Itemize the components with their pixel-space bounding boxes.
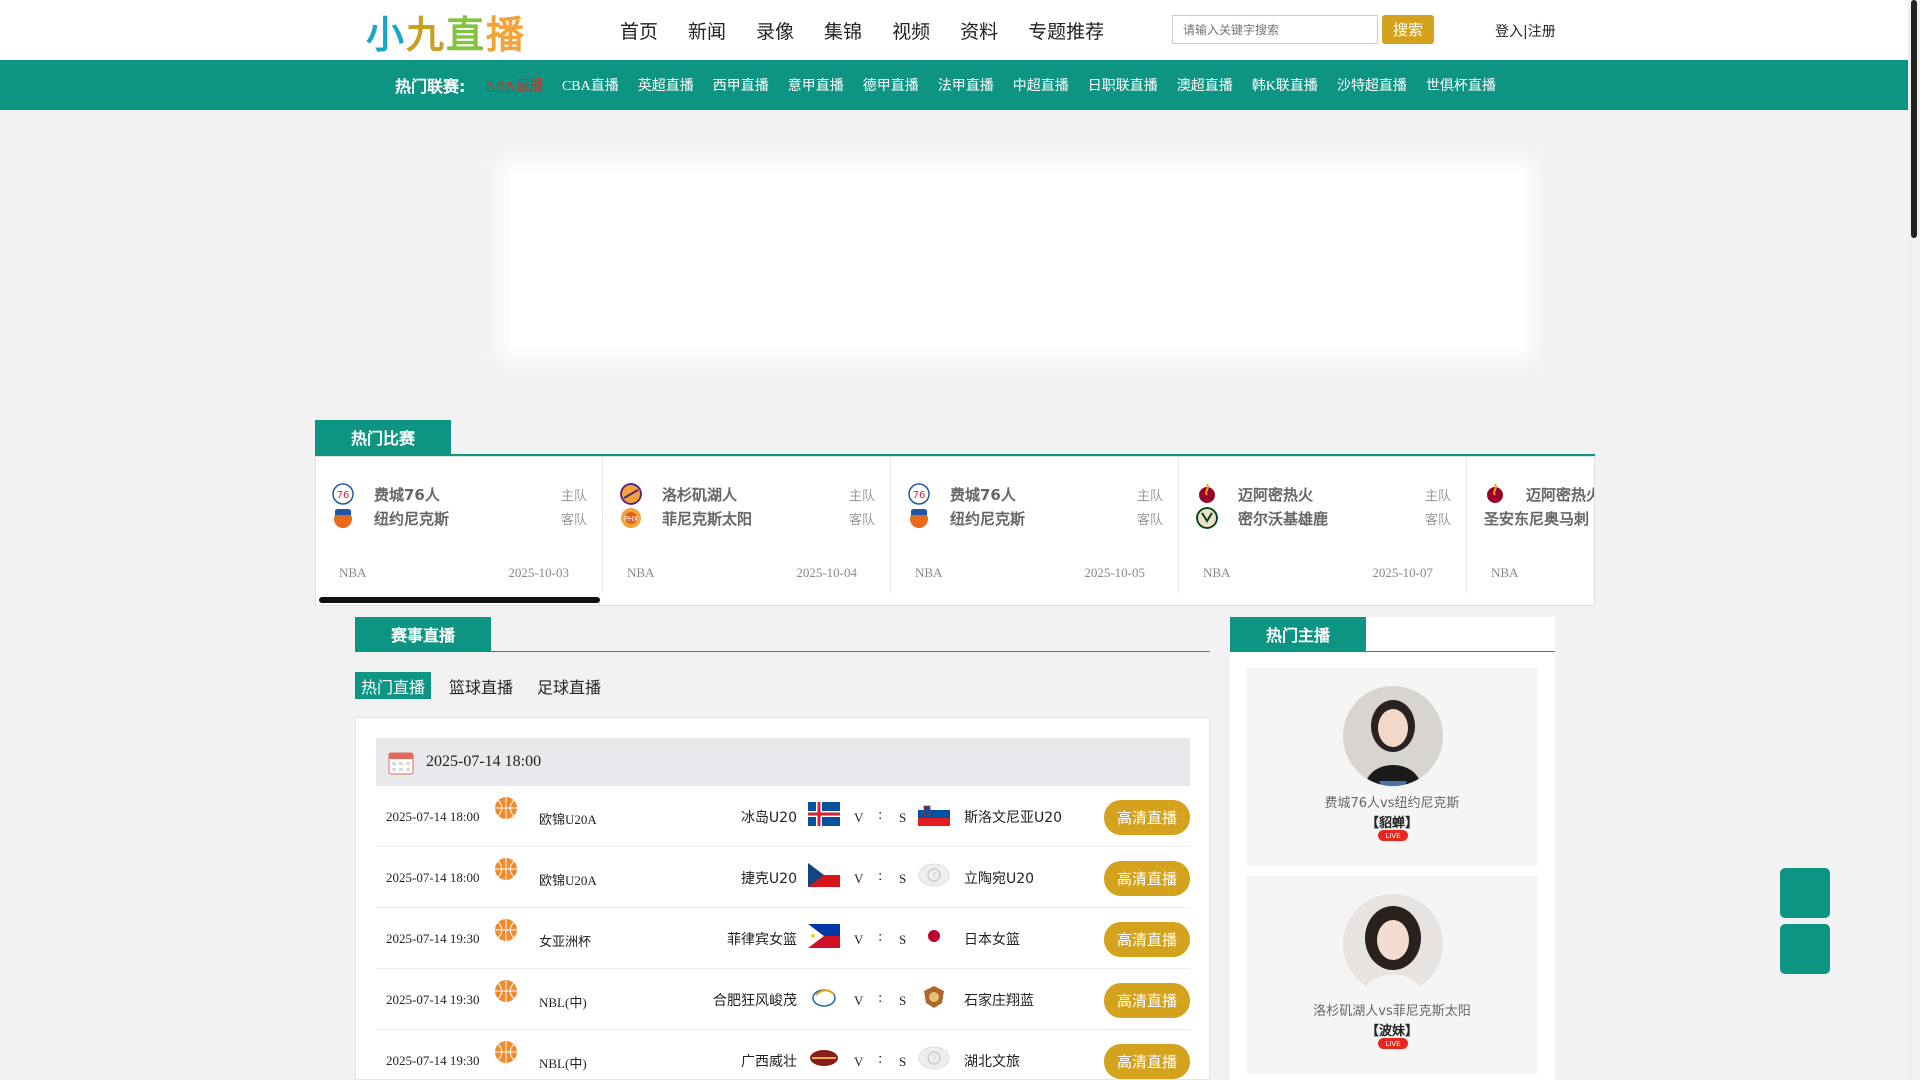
svg-text:76: 76 — [337, 490, 350, 501]
shijiazhuang-team-logo-icon — [924, 986, 944, 1008]
search-input[interactable] — [1172, 15, 1378, 44]
league-link-ligue1[interactable]: 法甲直播 — [938, 75, 994, 95]
table-row: 2025-07-14 19:30 女亚洲杯 菲律宾女篮 V : S 日本女篮 高… — [376, 908, 1190, 969]
czech-flag-icon — [808, 863, 840, 887]
hefei-team-logo-icon — [812, 989, 836, 1007]
tab-basketball-live[interactable]: 篮球直播 — [443, 672, 519, 699]
live-badge: LIVE — [1378, 830, 1408, 841]
anchor-card[interactable]: 洛杉矶湖人vs菲尼克斯太阳 【波妹】 LIVE — [1246, 876, 1538, 1074]
basketball-icon — [495, 1041, 517, 1063]
knicks-logo-icon — [910, 509, 928, 528]
nav-home[interactable]: 首页 — [620, 17, 658, 44]
match-card[interactable]: 迈阿密热火 圣安东尼奥马刺 NBA — [1468, 457, 1594, 593]
page-scrollbar-thumb[interactable] — [1911, 0, 1917, 238]
schedule-date-header: 2025-07-14 18:00 — [376, 738, 1190, 786]
lakers-logo-icon — [620, 483, 642, 505]
main-nav: 首页 新闻 录像 集锦 视频 资料 专题推荐 — [620, 0, 1134, 60]
nav-video[interactable]: 视频 — [892, 17, 930, 44]
league-link-csl[interactable]: 中超直播 — [1013, 75, 1069, 95]
svg-text:PHX: PHX — [624, 515, 638, 523]
sixers-logo-icon: 76 — [332, 483, 354, 505]
page-scrollbar[interactable] — [1908, 0, 1920, 1080]
live-badge: LIVE — [1378, 1038, 1408, 1049]
bucks-logo-icon — [1196, 507, 1218, 529]
site-logo[interactable]: 小九直播 — [366, 10, 546, 57]
hd-live-button[interactable]: 高清直播 — [1104, 800, 1190, 835]
heat-logo-icon — [1199, 483, 1215, 503]
svg-text:76: 76 — [913, 490, 926, 501]
tab-football-live[interactable]: 足球直播 — [531, 672, 607, 699]
hd-live-button[interactable]: 高清直播 — [1104, 922, 1190, 957]
slovenia-flag-icon — [918, 802, 950, 826]
league-link-saudi[interactable]: 沙特超直播 — [1337, 75, 1407, 95]
heat-logo-icon — [1487, 483, 1503, 503]
hot-matches-strip: 76 费城76人 主队 纽约尼克斯 客队 NBA 2025-10-03 洛杉矶湖… — [315, 456, 1595, 606]
live-schedule-panel: 2025-07-14 18:00 2025-07-14 18:00 欧锦U20A… — [355, 717, 1210, 1080]
hd-live-button[interactable]: 高清直播 — [1104, 1044, 1190, 1079]
ad-banner[interactable] — [510, 170, 1524, 350]
login-register-link[interactable]: 登入|注册 — [1495, 21, 1556, 41]
nav-replay[interactable]: 录像 — [756, 17, 794, 44]
match-card[interactable]: 76 费城76人 主队 纽约尼克斯 客队 NBA 2025-10-03 — [316, 457, 603, 593]
league-link-kleague[interactable]: 韩K联直播 — [1252, 75, 1318, 95]
nav-highlights[interactable]: 集锦 — [824, 17, 862, 44]
top-header: 小九直播 首页 新闻 录像 集锦 视频 资料 专题推荐 搜索 登入|注册 — [0, 0, 1908, 60]
japan-flag-icon — [918, 924, 950, 948]
search-button[interactable]: 搜索 — [1382, 15, 1434, 44]
anchors-header-bg — [1366, 617, 1555, 651]
avatar — [1343, 894, 1443, 994]
knicks-logo-icon — [334, 509, 352, 528]
league-link-nba[interactable]: NBA直播 — [485, 75, 543, 95]
back-to-top-button[interactable] — [1780, 924, 1830, 974]
placeholder-team-icon: ? — [918, 863, 950, 887]
nav-topics[interactable]: 专题推荐 — [1028, 17, 1104, 44]
league-link-seriea[interactable]: 意甲直播 — [788, 75, 844, 95]
league-link-bundesliga[interactable]: 德甲直播 — [863, 75, 919, 95]
hot-matches-scrollbar[interactable] — [319, 597, 600, 603]
tab-hot-live[interactable]: 热门直播 — [355, 672, 432, 699]
basketball-icon — [495, 858, 517, 880]
hot-leagues-title: 热门联赛: — [395, 77, 466, 96]
basketball-icon — [495, 980, 517, 1002]
basketball-icon — [495, 797, 517, 819]
table-row: 2025-07-14 19:30 NBL(中) 广西威壮 V : S ? 湖北文… — [376, 1030, 1190, 1079]
float-service-button[interactable] — [1780, 868, 1830, 918]
hot-anchors-panel: 费城76人vs纽约尼克斯 【貂蝉】 LIVE 洛杉矶湖人vs菲尼克斯太阳 【波妹… — [1230, 651, 1555, 1080]
table-row: 2025-07-14 19:30 NBL(中) 合肥狂风峻茂 V : S 石家庄… — [376, 969, 1190, 1030]
hot-matches-tab[interactable]: 热门比赛 — [315, 420, 451, 454]
sixers-logo-icon: 76 — [908, 483, 930, 505]
hot-leagues-bar: 热门联赛: NBA直播 CBA直播 英超直播 西甲直播 意甲直播 德甲直播 法甲… — [0, 60, 1908, 110]
live-sub-tabs: 热门直播 篮球直播 足球直播 — [355, 672, 619, 699]
hd-live-button[interactable]: 高清直播 — [1104, 861, 1190, 896]
anchor-card[interactable]: 费城76人vs纽约尼克斯 【貂蝉】 LIVE — [1246, 668, 1538, 866]
philippines-flag-icon — [808, 924, 840, 948]
match-card[interactable]: 迈阿密热火 主队 密尔沃基雄鹿 客队 NBA 2025-10-07 — [1180, 457, 1467, 593]
nav-data[interactable]: 资料 — [960, 17, 998, 44]
suns-logo-icon: PHX — [621, 508, 641, 528]
avatar — [1343, 686, 1443, 786]
guangxi-team-logo-icon — [810, 1050, 838, 1066]
svg-text:?: ? — [932, 1054, 936, 1063]
league-link-laliga[interactable]: 西甲直播 — [713, 75, 769, 95]
table-row: 2025-07-14 18:00 欧锦U20A 捷克U20 V : S ? 立陶… — [376, 847, 1190, 908]
nav-news[interactable]: 新闻 — [688, 17, 726, 44]
basketball-icon — [495, 919, 517, 941]
svg-text:?: ? — [932, 871, 936, 880]
league-link-jleague[interactable]: 日职联直播 — [1088, 75, 1158, 95]
table-row: 2025-07-14 18:00 欧锦U20A 冰岛U20 V : S 斯洛文尼… — [376, 786, 1190, 847]
league-link-aleague[interactable]: 澳超直播 — [1177, 75, 1233, 95]
hd-live-button[interactable]: 高清直播 — [1104, 983, 1190, 1018]
placeholder-team-icon: ? — [918, 1046, 950, 1070]
live-events-tab[interactable]: 赛事直播 — [355, 617, 491, 651]
league-link-cba[interactable]: CBA直播 — [562, 75, 619, 95]
match-card[interactable]: 76 费城76人 主队 纽约尼克斯 客队 NBA 2025-10-05 — [892, 457, 1179, 593]
calendar-icon — [388, 752, 414, 775]
hot-anchors-tab[interactable]: 热门主播 — [1230, 617, 1366, 651]
league-link-club-wc[interactable]: 世俱杯直播 — [1426, 75, 1496, 95]
live-events-divider — [355, 651, 1210, 652]
iceland-flag-icon — [808, 802, 840, 826]
match-card[interactable]: 洛杉矶湖人 主队 PHX 菲尼克斯太阳 客队 NBA 2025-10-04 — [604, 457, 891, 593]
league-link-epl[interactable]: 英超直播 — [638, 75, 694, 95]
